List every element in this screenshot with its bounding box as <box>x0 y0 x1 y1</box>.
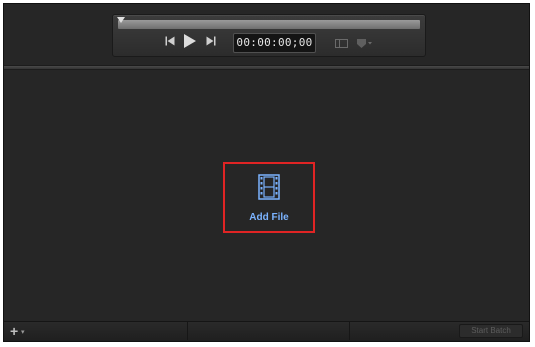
skip-back-icon[interactable] <box>165 36 175 46</box>
film-strip-icon <box>258 174 280 200</box>
timecode-display: 00:00:00;00 <box>233 33 316 53</box>
panel-divider[interactable] <box>4 65 529 70</box>
timeline-scrubber[interactable] <box>117 17 420 29</box>
view-options-icon[interactable] <box>335 39 348 48</box>
toolbar-separator <box>349 322 350 340</box>
chevron-down-icon: ▾ <box>21 329 25 336</box>
add-menu-button[interactable]: + ▾ <box>10 323 28 339</box>
skip-forward-icon[interactable] <box>206 36 216 46</box>
toolbar-separator <box>187 322 188 340</box>
play-icon[interactable] <box>184 34 196 48</box>
player-controls: 00:00:00;00 <box>112 14 426 57</box>
start-batch-button[interactable]: Start Batch <box>459 324 523 338</box>
plus-icon: + <box>10 323 19 339</box>
add-file-label: Add File <box>249 212 289 223</box>
playhead-marker[interactable] <box>117 17 125 23</box>
app-window: 00:00:00;00 Add File + ▾ Start Batch <box>3 3 530 342</box>
marker-icon[interactable] <box>356 38 372 49</box>
add-file-button[interactable]: Add File <box>223 162 315 233</box>
bottom-toolbar: + ▾ Start Batch <box>4 321 529 341</box>
